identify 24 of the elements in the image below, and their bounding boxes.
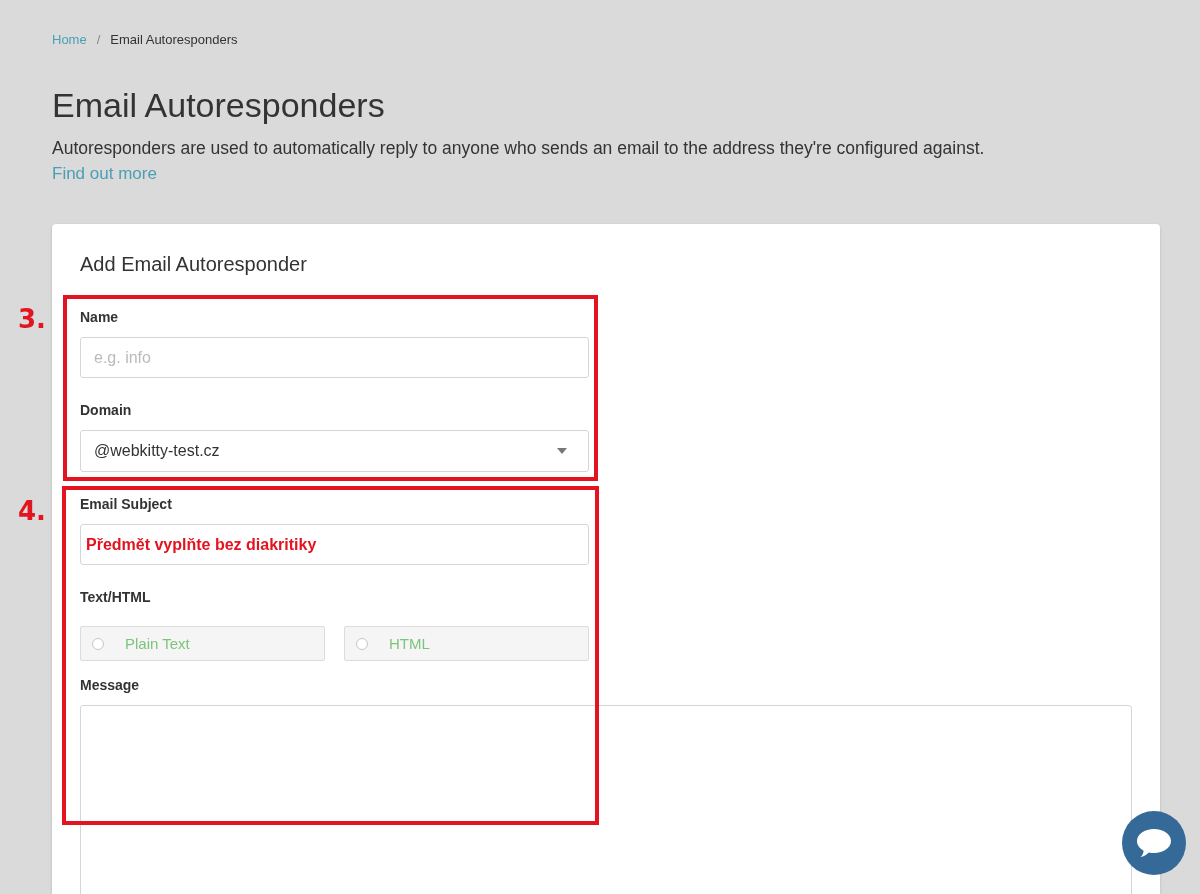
speech-bubble-icon (1137, 829, 1171, 857)
breadcrumb-current: Email Autoresponders (110, 32, 238, 48)
select-field[interactable]: @webkitty-test.cz (80, 430, 589, 472)
text-input[interactable]: e.g. info (80, 337, 589, 378)
annotation-number: 3. (18, 303, 46, 335)
field-label: Email Subject (80, 495, 172, 514)
field-label: Domain (80, 401, 132, 420)
field-label: Name (80, 308, 119, 327)
page-description: Autoresponders are used to automatically reply to anyone who sends an email to the address they're configured against. (52, 137, 986, 160)
find-out-more-link[interactable]: Find out more (52, 161, 157, 187)
radio-icon[interactable] (356, 637, 368, 650)
annotation-number: 4. (18, 495, 46, 527)
radio-icon[interactable] (92, 637, 104, 650)
breadcrumb-separator: / (96, 32, 101, 48)
caret-icon (557, 448, 567, 454)
radio-option[interactable]: HTML (344, 626, 589, 661)
textarea-field[interactable] (80, 705, 1132, 894)
breadcrumb-link[interactable]: Home (52, 32, 87, 48)
field-label: Text/HTML (80, 588, 151, 607)
text-input[interactable]: Předmět vyplňte bez diakritiky (80, 524, 589, 565)
page-title: Email Autoresponders (52, 85, 386, 125)
card-title: Add Email Autoresponder (80, 252, 308, 277)
radio-option[interactable]: Plain Text (80, 626, 325, 661)
field-label: Message (80, 676, 140, 695)
